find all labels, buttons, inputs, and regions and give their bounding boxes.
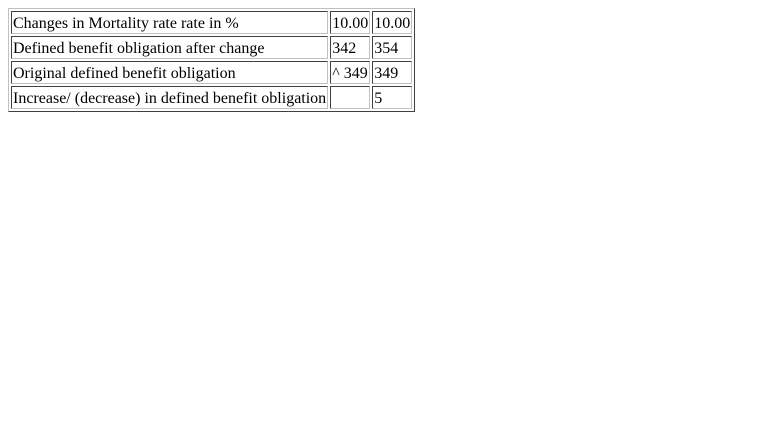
table-row: Increase/ (decrease) in defined benefit … xyxy=(11,86,413,109)
row-label: Increase/ (decrease) in defined benefit … xyxy=(11,86,329,109)
table-row: Defined benefit obligation after change … xyxy=(11,36,413,59)
value-cell: 342 xyxy=(330,36,371,59)
row-label: Original defined benefit obligation xyxy=(11,61,329,84)
value-cell: 349 xyxy=(372,61,413,84)
sensitivity-table: Changes in Mortality rate rate in % 10.0… xyxy=(8,8,416,112)
value-cell: 10.00 xyxy=(330,11,371,34)
table-row: Changes in Mortality rate rate in % 10.0… xyxy=(11,11,413,34)
value-cell xyxy=(330,86,371,109)
value-cell: 5 xyxy=(372,86,413,109)
row-label: Defined benefit obligation after change xyxy=(11,36,329,59)
value-cell: ^ 349 xyxy=(330,61,371,84)
value-cell: 354 xyxy=(372,36,413,59)
row-label: Changes in Mortality rate rate in % xyxy=(11,11,329,34)
table-row: Original defined benefit obligation ^ 34… xyxy=(11,61,413,84)
value-cell: 10.00 xyxy=(372,11,413,34)
